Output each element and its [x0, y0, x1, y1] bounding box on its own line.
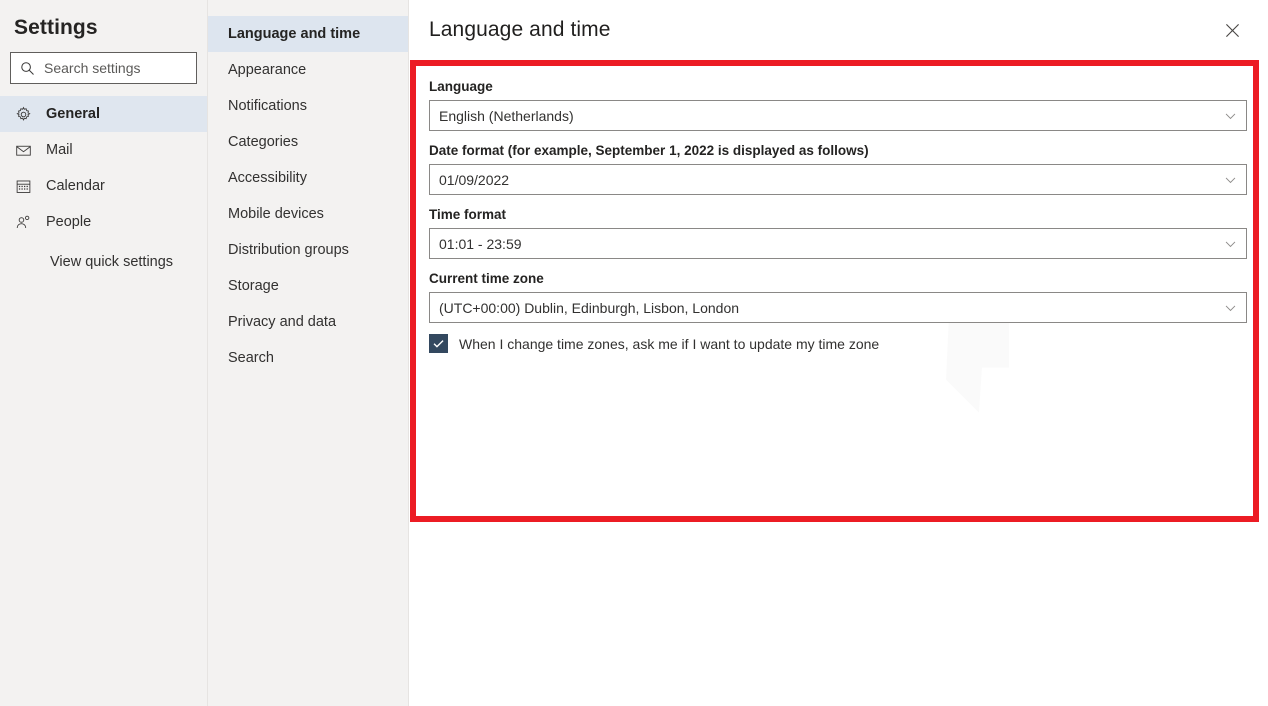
time-zone-label: Current time zone — [429, 271, 544, 286]
sidebar-item-general[interactable]: General — [0, 96, 207, 132]
chevron-down-icon — [1224, 109, 1237, 122]
category-item-mobile-devices[interactable]: Mobile devices — [208, 196, 408, 232]
sidebar-item-label: Calendar — [46, 178, 105, 194]
search-input[interactable]: Search settings — [10, 52, 197, 84]
category-item-label: Notifications — [228, 98, 307, 114]
category-item-privacy-and-data[interactable]: Privacy and data — [208, 304, 408, 340]
detail-header: Language and time — [409, 0, 1268, 60]
language-value: English (Netherlands) — [439, 107, 574, 124]
category-item-label: Mobile devices — [228, 206, 324, 222]
category-item-label: Appearance — [228, 62, 307, 78]
page-title: Settings — [14, 16, 98, 39]
quick-settings-label: View quick settings — [50, 254, 174, 270]
time-format-label: Time format — [429, 207, 507, 222]
category-item-label: Categories — [228, 134, 299, 150]
sidebar-item-calendar[interactable]: Calendar — [0, 168, 207, 204]
checkmark-icon — [429, 334, 448, 353]
gear-icon — [14, 106, 32, 123]
date-format-value: 01/09/2022 — [439, 171, 510, 188]
date-format-label: Date format (for example, September 1, 2… — [429, 143, 869, 158]
category-item-label: Storage — [228, 278, 279, 294]
time-zone-select[interactable]: (UTC+00:00) Dublin, Edinburgh, Lisbon, L… — [429, 292, 1247, 323]
category-item-label: Search — [228, 350, 274, 366]
detail-pane: Language and time Language English (Neth… — [409, 0, 1268, 706]
settings-sidebar: Settings Search settings General Mail Ca… — [0, 0, 208, 706]
calendar-icon — [14, 178, 32, 195]
category-item-label: Distribution groups — [228, 242, 349, 258]
search-container: Search settings — [0, 40, 207, 84]
category-item-label: Privacy and data — [228, 314, 337, 330]
category-item-appearance[interactable]: Appearance — [208, 52, 408, 88]
date-format-select[interactable]: 01/09/2022 — [429, 164, 1247, 195]
sidebar-item-people[interactable]: People — [0, 204, 207, 240]
person-icon — [14, 214, 32, 231]
close-icon[interactable] — [1216, 14, 1248, 46]
chevron-down-icon — [1224, 173, 1237, 186]
category-item-storage[interactable]: Storage — [208, 268, 408, 304]
category-item-label: Language and time — [228, 26, 361, 42]
time-zone-value: (UTC+00:00) Dublin, Edinburgh, Lisbon, L… — [439, 299, 740, 316]
settings-window: Settings Search settings General Mail Ca… — [0, 0, 1268, 706]
category-item-language-and-time[interactable]: Language and time — [208, 16, 408, 52]
search-icon — [20, 61, 35, 76]
sidebar-nav: General Mail Calendar People View quick … — [0, 96, 207, 275]
view-quick-settings-link[interactable]: View quick settings — [0, 249, 207, 275]
sidebar-item-label: People — [46, 214, 92, 230]
category-item-distribution-groups[interactable]: Distribution groups — [208, 232, 408, 268]
time-format-select[interactable]: 01:01 - 23:59 — [429, 228, 1247, 259]
category-item-categories[interactable]: Categories — [208, 124, 408, 160]
sidebar-item-label: General — [46, 106, 100, 122]
category-item-accessibility[interactable]: Accessibility — [208, 160, 408, 196]
category-item-notifications[interactable]: Notifications — [208, 88, 408, 124]
chevron-down-icon — [1224, 301, 1237, 314]
update-time-zone-checkbox[interactable]: When I change time zones, ask me if I wa… — [429, 334, 1248, 353]
time-format-value: 01:01 - 23:59 — [439, 235, 522, 252]
envelope-icon — [14, 142, 32, 159]
category-item-search[interactable]: Search — [208, 340, 408, 376]
chevron-down-icon — [1224, 237, 1237, 250]
sidebar-item-label: Mail — [46, 142, 73, 158]
sidebar-item-mail[interactable]: Mail — [0, 132, 207, 168]
language-select[interactable]: English (Netherlands) — [429, 100, 1247, 131]
language-and-time-form: Language English (Netherlands) Date form… — [409, 60, 1268, 353]
search-placeholder: Search settings — [44, 60, 141, 76]
category-item-label: Accessibility — [228, 170, 307, 186]
checkbox-label: When I change time zones, ask me if I wa… — [459, 335, 880, 352]
detail-title: Language and time — [429, 18, 611, 41]
category-list: Language and time Appearance Notificatio… — [208, 0, 409, 706]
language-label: Language — [429, 79, 493, 94]
